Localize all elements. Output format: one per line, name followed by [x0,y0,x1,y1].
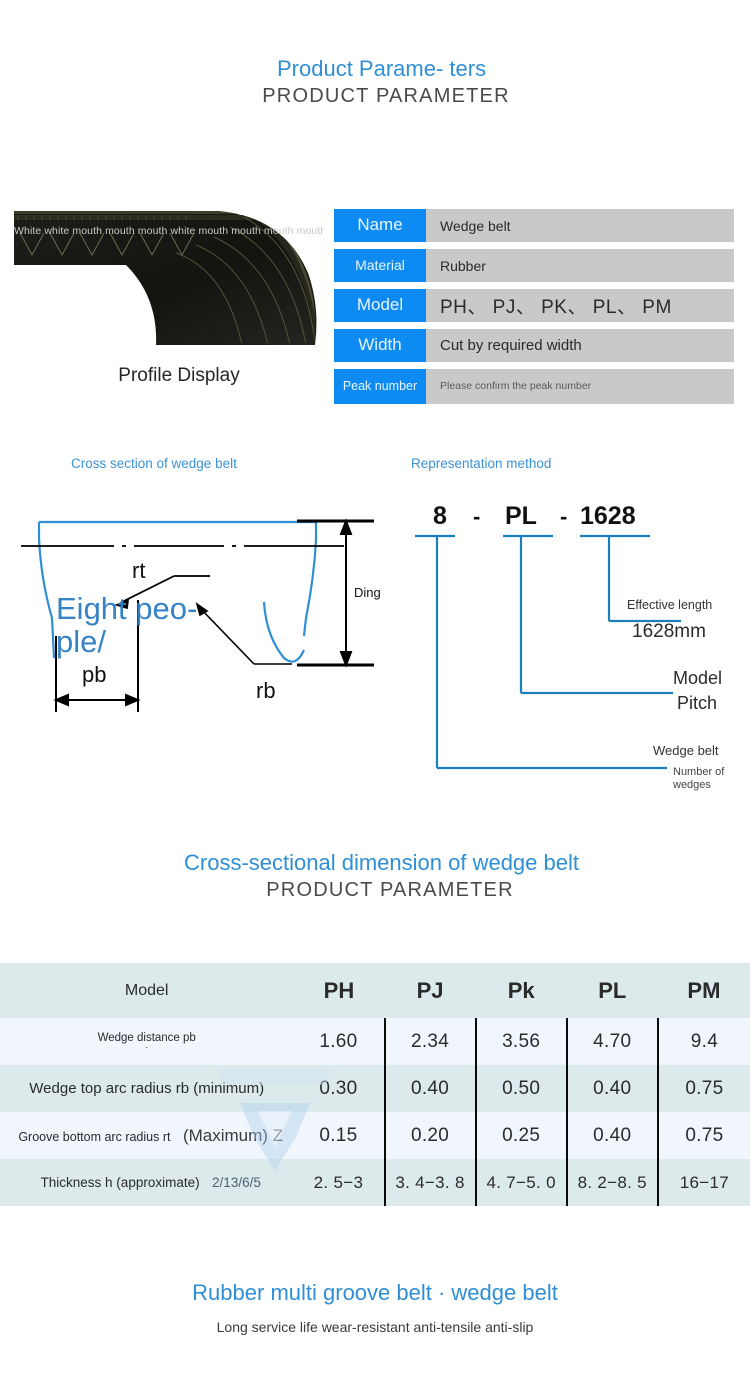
header-cell-pj: PJ [416,977,444,1003]
header-cell-pk: Pk [507,977,535,1003]
cell-value: 4.70 [565,1018,658,1065]
label-height-ding: Ding [354,585,381,600]
header-cell-pm: PM [687,977,721,1003]
cell-value: 0.40 [383,1065,476,1112]
header-cell-model-label: Model [124,981,169,999]
footer-title: Rubber multi groove belt · wedge belt [192,1280,558,1305]
cell-value: 3.56 [474,1018,567,1065]
cell-value: 4. 7−5. 0 [474,1159,567,1206]
spec-value-model: PH、 PJ、 PK、 PL、 PM [426,289,734,322]
header-cell-pl: PL [598,977,627,1003]
photo-caption: Profile Display [118,365,240,386]
spec-value-name: Wedge belt [426,209,734,242]
header-cell-ph: PH [323,977,355,1003]
spec-key-model: Model [334,289,426,322]
section-heading-en: PRODUCT PARAMETER [262,85,510,107]
row-label-wedge-top-arc-radius: Wedge top arc radius rb (minimum) [29,1080,265,1097]
callout-pitch: Pitch [677,693,718,713]
spec-key-material: Material [334,249,426,282]
footer-block: Rubber multi groove belt · wedge belt Lo… [0,1278,750,1341]
cell-value: 1.60 [319,1030,358,1052]
cell-value: 0.25 [474,1112,567,1159]
cell-value: 16−17 [656,1159,750,1206]
table-header-row: Model PH PJ Pk PL PM [0,963,750,1018]
cell-value: 2. 5−3 [313,1172,364,1192]
section2-heading-cn: Cross-sectional dimension of wedge belt [184,850,579,875]
cell-value: 0.20 [383,1112,476,1159]
cross-section-diagram: Cross section of wedge belt rt rb pb Din… [14,450,414,730]
row-label-thickness: Thickness h (approximate) 2/13/6/5 [40,1174,261,1190]
wedge-belt-illustration [14,211,317,345]
spec-value-material: Rubber [426,249,734,282]
dimension-table-wrapper: Model PH PJ Pk PL PM Wedge distance pb ·… [0,963,750,1206]
spec-value-width: Cut by required width [426,329,734,362]
cell-value: 0.75 [656,1112,750,1159]
spec-row-name: Name Wedge belt [334,209,734,242]
spec-row-width: Width Cut by required width [334,329,734,362]
callout-number-of-wedges: Number of wedges [673,766,725,791]
product-parameter-page: Product Parame- ters PRODUCT PARAMETER W… [0,0,750,1398]
spec-key-name: Name [334,209,426,242]
product-photo-block: White white mouth mouth mouth white mout… [6,193,336,387]
cell-value: 9.4 [656,1018,750,1065]
spec-value-peak-number: Please confirm the peak number [426,369,734,404]
cell-value: 3. 4−3. 8 [383,1159,476,1206]
cross-section-watermark: Eight peo- ple/ [56,591,198,659]
specification-table: Name Wedge belt Material Rubber Model PH… [334,209,734,411]
product-photo: White white mouth mouth mouth white mout… [6,193,324,353]
cell-value: 8. 2−8. 5 [565,1159,658,1206]
dimension-table: Model PH PJ Pk PL PM Wedge distance pb ·… [0,963,750,1206]
section-heading-cross-sectional-dimension: Cross-sectional dimension of wedge belt … [150,850,620,905]
section-heading-cn: Product Parame- ters [277,56,487,81]
cell-value: 0.30 [319,1077,358,1099]
table-row-wedge-distance: Wedge distance pb · 1.60 2.34 3.56 4.70 … [0,1018,750,1065]
callout-wedge-belt: Wedge belt [653,743,719,758]
table-row-wedge-top-arc-radius: Wedge top arc radius rb (minimum) 0.30 0… [0,1065,750,1112]
cell-value: 0.40 [565,1112,658,1159]
spec-row-peak-number: Peak number Please confirm the peak numb… [334,369,734,404]
callout-effective-length: Effective length [627,598,713,612]
callout-model: Model [673,668,723,688]
table-row-thickness: Thickness h (approximate) 2/13/6/5 2. 5−… [0,1159,750,1206]
spec-row-material: Material Rubber [334,249,734,282]
cell-value: 0.15 [319,1124,358,1146]
representation-method-diagram: Representation method 8 - PL - 1628 Effe… [405,450,750,800]
callout-effective-length-value: 1628mm [632,621,706,642]
label-rt: rt [132,558,146,583]
table-row-groove-bottom-arc-radius: Groove bottom arc radius rt (Maximum) Z … [0,1112,750,1159]
footer-subtitle: Long service life wear-resistant anti-te… [216,1319,534,1335]
section2-heading-en: PRODUCT PARAMETER [266,879,514,901]
cell-value: 0.75 [656,1065,750,1112]
spec-key-peak-number: Peak number [334,369,426,404]
label-rb: rb [256,678,276,703]
row-label-wedge-distance: Wedge distance pb · [97,1032,196,1052]
row-label-groove-bottom-arc-radius: Groove bottom arc radius rt (Maximum) Z [18,1125,284,1145]
photo-watermark-text: White white mouth mouth mouth white mout… [14,225,324,237]
spec-key-width: Width [334,329,426,362]
spec-row-model: Model PH、 PJ、 PK、 PL、 PM [334,289,734,322]
cell-value: 2.34 [383,1018,476,1065]
cell-value: 0.40 [565,1065,658,1112]
label-pb: pb [82,662,107,687]
section-heading-product-parameters: Product Parame- ters PRODUCT PARAMETER [200,56,550,111]
cell-value: 0.50 [474,1065,567,1112]
